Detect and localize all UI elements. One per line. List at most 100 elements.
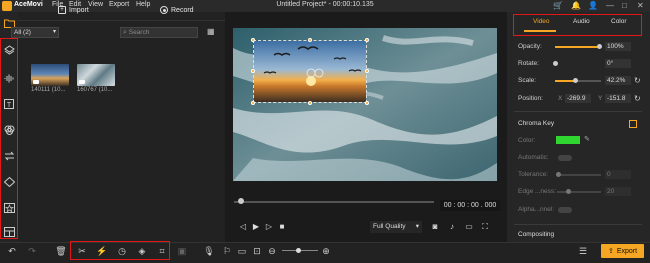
edge-label: Edge ...ness: <box>518 188 556 195</box>
divider <box>514 224 642 225</box>
media-clip-1[interactable] <box>31 64 69 86</box>
divider <box>514 111 642 112</box>
timeline-zoom-knob[interactable] <box>296 248 301 253</box>
marker-icon[interactable]: ⚐ <box>221 245 233 257</box>
resize-handle[interactable] <box>365 69 369 73</box>
opacity-value[interactable]: 100% <box>605 42 631 51</box>
scale-slider-knob[interactable] <box>573 78 578 83</box>
automatic-toggle[interactable] <box>558 155 572 161</box>
scrubber-knob[interactable] <box>238 198 244 204</box>
settings-sliders-icon[interactable]: ☰ <box>577 245 589 257</box>
title-bar: AceMovi File Edit View Export Help Untit… <box>0 0 650 12</box>
speed-icon[interactable]: ⚡ <box>96 245 108 257</box>
rotate-knob[interactable] <box>553 61 558 66</box>
tolerance-value[interactable]: 0 <box>605 170 631 179</box>
resize-handle[interactable] <box>308 38 312 42</box>
volume-icon[interactable]: ♪ <box>447 222 457 232</box>
color-label: Color: <box>518 137 536 144</box>
resize-handle[interactable] <box>365 101 369 105</box>
eyedropper-icon[interactable]: ✎ <box>584 135 590 143</box>
microphone-icon[interactable]: 🎙 <box>203 245 215 257</box>
stop-icon[interactable]: ■ <box>277 222 287 232</box>
media-panel <box>18 12 225 242</box>
chevron-down-icon: ▾ <box>415 223 419 230</box>
tolerance-slider[interactable] <box>557 174 601 176</box>
overlay-clip[interactable] <box>253 40 367 103</box>
play-icon[interactable]: ▶ <box>251 222 261 232</box>
user-icon[interactable]: 👤 <box>588 1 598 10</box>
undo-icon[interactable]: ↶ <box>6 245 18 257</box>
delete-icon[interactable]: 🗑 <box>55 245 67 257</box>
minimize-icon[interactable]: — <box>606 1 614 10</box>
rotate-label: Rotate: <box>518 60 539 67</box>
filter-value: All (2) <box>14 29 31 36</box>
opacity-label: Opacity: <box>518 43 542 50</box>
highlight-box-rail <box>0 38 18 239</box>
edge-value[interactable]: 20 <box>605 187 631 196</box>
quality-select[interactable]: Full Quality ▾ <box>370 221 422 233</box>
resize-handle[interactable] <box>251 101 255 105</box>
cart-icon[interactable]: 🛒 <box>553 1 563 10</box>
export-button[interactable]: ⇪ Export <box>601 244 644 258</box>
record-button[interactable]: Record <box>160 3 194 17</box>
split-icon[interactable]: ✂ <box>76 245 88 257</box>
resize-handle[interactable] <box>251 69 255 73</box>
pos-x-value[interactable]: -269.9 <box>565 94 591 103</box>
import-icon: + <box>58 6 66 14</box>
duration-icon[interactable]: ◷ <box>116 245 128 257</box>
import-label: Import <box>69 6 89 14</box>
tab-video[interactable]: Video <box>533 18 550 25</box>
fit-icon[interactable]: ⊡ <box>251 245 263 257</box>
snapshot-icon[interactable]: ◙ <box>430 222 440 232</box>
pos-y-value[interactable]: -151.8 <box>605 94 631 103</box>
key-color-swatch[interactable] <box>556 136 580 144</box>
alpha-toggle[interactable] <box>558 207 572 213</box>
tab-audio[interactable]: Audio <box>573 18 590 25</box>
resize-handle[interactable] <box>365 38 369 42</box>
close-icon[interactable]: ✕ <box>637 1 644 10</box>
subtitle-icon[interactable]: ▭ <box>236 245 248 257</box>
media-clip-2[interactable] <box>77 64 115 86</box>
freeze-frame-icon[interactable]: ▣ <box>176 245 188 257</box>
crop-icon[interactable]: ⌗ <box>156 245 168 257</box>
search-icon: ⌕ <box>123 29 127 36</box>
zoom-in-icon[interactable]: ⊕ <box>320 245 332 257</box>
opacity-slider-fill <box>555 46 601 48</box>
edge-knob[interactable] <box>566 189 571 194</box>
clip-label: 160767 (10... <box>77 87 113 93</box>
tolerance-knob[interactable] <box>556 172 561 177</box>
record-label: Record <box>171 6 194 14</box>
next-frame-icon[interactable]: ▷ <box>264 222 274 232</box>
video-icon <box>79 80 85 84</box>
media-filter-select[interactable]: All (2) ▾ <box>11 27 59 38</box>
mask-icon[interactable]: ◈ <box>136 245 148 257</box>
rotate-value[interactable]: 0° <box>605 59 631 68</box>
resize-handle[interactable] <box>308 101 312 105</box>
opacity-slider-knob[interactable] <box>597 44 602 49</box>
prev-frame-icon[interactable]: ◁ <box>238 222 248 232</box>
pos-x-label: X <box>558 95 563 102</box>
search-placeholder: Search <box>128 29 150 36</box>
reset-scale-icon[interactable]: ↻ <box>634 76 641 85</box>
automatic-label: Automatic: <box>518 154 549 161</box>
maximize-icon[interactable]: □ <box>622 1 627 10</box>
redo-icon[interactable]: ↷ <box>26 245 38 257</box>
fullscreen-icon[interactable]: ⛶ <box>480 222 490 232</box>
media-search-input[interactable]: ⌕ Search <box>120 27 198 38</box>
chroma-key-label: Chroma Key <box>518 120 555 127</box>
zoom-out-icon[interactable]: ⊖ <box>266 245 278 257</box>
edge-slider[interactable] <box>557 191 601 193</box>
scale-value[interactable]: 42.2% <box>605 76 631 85</box>
active-tab-indicator <box>524 30 556 32</box>
reset-position-icon[interactable]: ↻ <box>634 94 641 103</box>
grid-view-icon[interactable]: ▦ <box>207 27 217 37</box>
aspect-ratio-icon[interactable]: ▭ <box>464 222 474 232</box>
chevron-down-icon: ▾ <box>52 29 56 35</box>
chroma-key-checkbox[interactable] <box>629 120 637 128</box>
import-button[interactable]: + Import <box>58 3 89 17</box>
tab-color[interactable]: Color <box>611 18 627 25</box>
playback-scrubber[interactable] <box>234 201 434 203</box>
bell-icon[interactable]: 🔔 <box>571 1 581 10</box>
export-icon: ⇪ <box>607 248 614 255</box>
resize-handle[interactable] <box>251 38 255 42</box>
